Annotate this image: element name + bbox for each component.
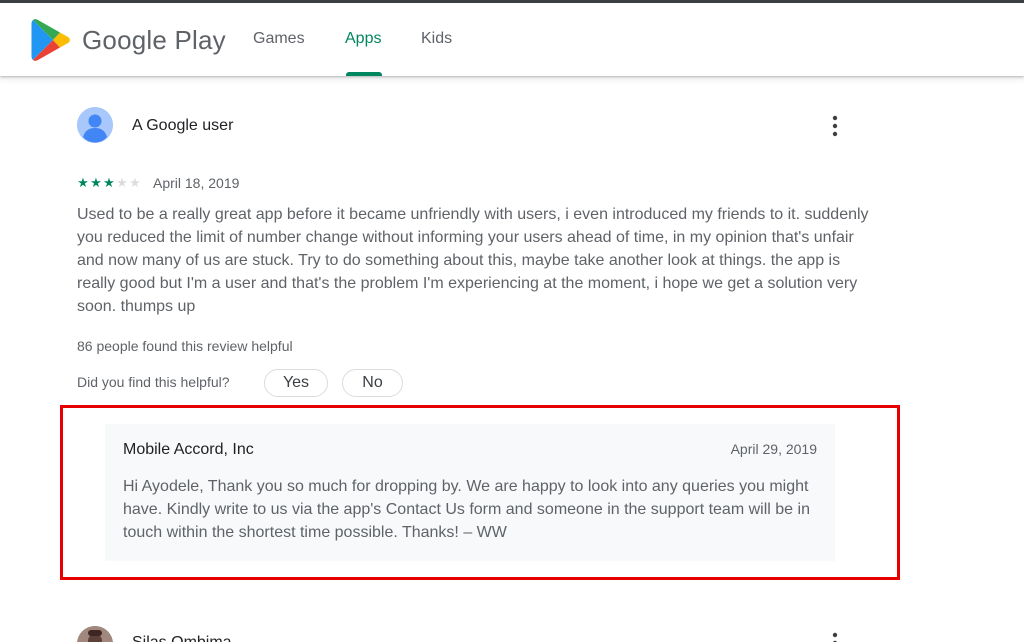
helpful-count: 86 people found this review helpful [77, 338, 293, 354]
highlight-annotation-box [60, 405, 900, 580]
active-tab-indicator [346, 72, 382, 76]
star-empty-icon: ★ [129, 175, 141, 190]
tab-games[interactable]: Games [253, 30, 305, 48]
star-empty-icon: ★ [116, 175, 128, 190]
top-app-bar: Google Play Games Apps Kids [0, 3, 1024, 76]
helpful-yes-button[interactable]: Yes [264, 369, 328, 397]
helpful-no-button[interactable]: No [342, 369, 403, 397]
star-filled-icon: ★ [90, 175, 102, 190]
google-play-review-page: Google Play Games Apps Kids A Google use… [0, 0, 1024, 642]
user-photo-icon [77, 626, 113, 642]
review-text: Used to be a really great app before it … [77, 206, 869, 315]
avatar [77, 107, 113, 143]
reviewer-name: Silas Ombima [132, 634, 232, 642]
default-user-icon [77, 107, 113, 143]
reviewer-name: A Google user [132, 117, 234, 134]
more-options-icon[interactable] [823, 630, 847, 642]
tab-kids[interactable]: Kids [421, 30, 452, 48]
google-play-logo-icon[interactable] [31, 18, 71, 62]
star-filled-icon: ★ [77, 175, 89, 190]
star-rating: ★ ★ ★ ★ ★ [77, 176, 141, 189]
avatar [77, 626, 113, 642]
star-filled-icon: ★ [103, 175, 115, 190]
review-date: April 18, 2019 [153, 175, 240, 191]
more-options-icon[interactable] [823, 113, 847, 139]
tab-apps[interactable]: Apps [345, 30, 381, 48]
google-play-wordmark[interactable]: Google Play [82, 25, 226, 56]
helpful-question: Did you find this helpful? [77, 374, 230, 390]
